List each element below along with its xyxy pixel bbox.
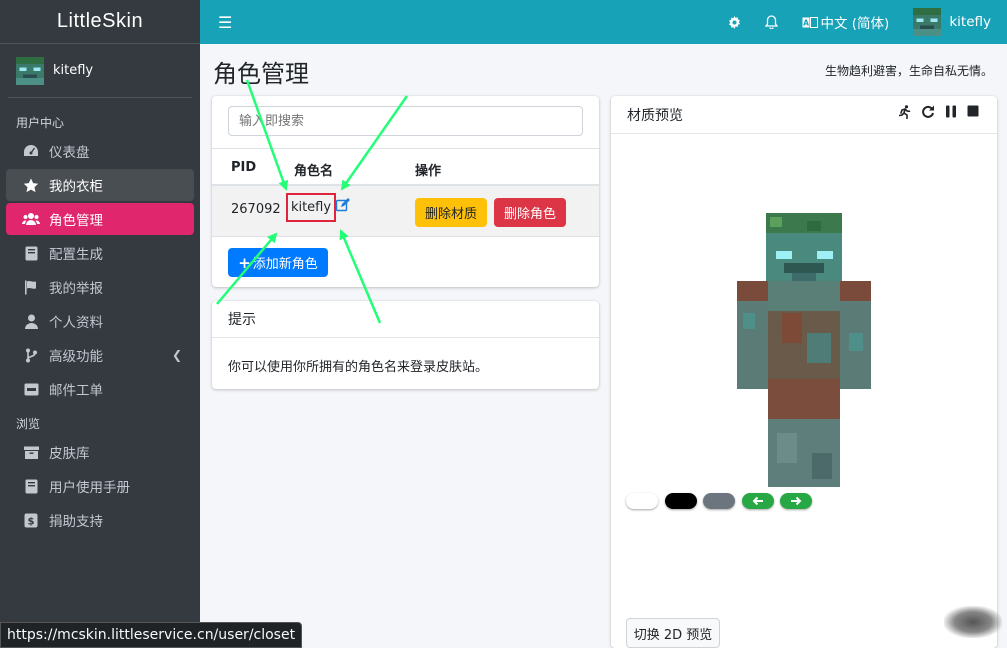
sidebar-item-config[interactable]: 配置生成 [6, 237, 194, 269]
column-header-name: 角色名 [294, 164, 334, 179]
delete-player-button[interactable]: 删除角色 [494, 198, 566, 227]
sidebar-item-label: 捐助支持 [49, 514, 103, 530]
link-status-bar: https://mcskin.littleservice.cn/user/clo… [0, 622, 303, 648]
nav-header-browse: 浏览 [16, 417, 41, 431]
sidebar-item-label: 我的举报 [49, 281, 103, 297]
sidebar-item-profile[interactable]: 个人资料 [6, 305, 194, 337]
bg-gray-button[interactable] [703, 493, 735, 509]
add-player-label: 添加新角色 [252, 257, 318, 272]
skin-model [737, 213, 871, 487]
delete-texture-button[interactable]: 删除材质 [415, 198, 487, 227]
branch-icon [22, 348, 40, 363]
edit-icon[interactable] [335, 198, 350, 216]
sidebar-item-label: 邮件工单 [49, 383, 103, 399]
toggle-2d-preview-button[interactable]: 切换 2D 预览 [626, 618, 720, 648]
page-title: 角色管理 [213, 60, 309, 88]
star-icon [22, 178, 40, 193]
sidebar-item-label: 皮肤库 [49, 446, 90, 462]
users-icon [22, 212, 40, 226]
topbar-username: kitefly [949, 14, 991, 30]
top-navbar: ☰ A 中文 (简体) kitefly [200, 0, 1007, 44]
sidebar-item-donate[interactable]: $ 捐助支持 [6, 504, 194, 536]
sidebar-item-skinlib[interactable]: 皮肤库 [6, 436, 194, 468]
sidebar-item-label: 用户使用手册 [49, 480, 130, 496]
column-header-pid: PID [231, 160, 257, 175]
column-header-actions: 操作 [415, 164, 442, 179]
sidebar-username: kitefly [53, 63, 94, 78]
sidebar-item-tickets[interactable]: 邮件工单 [6, 373, 194, 405]
dashboard-icon [22, 144, 40, 158]
language-selector[interactable]: A 中文 (简体) [790, 12, 902, 32]
run-icon[interactable] [898, 105, 911, 123]
donate-icon: $ [22, 513, 40, 528]
svg-text:A: A [803, 18, 809, 27]
sidebar-item-label: 高级功能 [49, 349, 103, 365]
tips-body: 你可以使用你所拥有的角色名来登录皮肤站。 [228, 360, 489, 375]
motto-text: 生物趋利避害，生命自私无情。 [824, 64, 993, 78]
stop-icon[interactable] [967, 105, 979, 123]
manual-icon [22, 479, 40, 494]
sidebar-item-manual[interactable]: 用户使用手册 [6, 470, 194, 502]
language-icon: A [802, 16, 818, 28]
user-menu[interactable]: kitefly [901, 8, 1007, 36]
gear-icon[interactable] [716, 15, 753, 29]
sidebar-item-label: 角色管理 [49, 213, 103, 229]
book-icon [22, 246, 40, 261]
nav-header-user-center: 用户中心 [16, 116, 65, 130]
tips-title: 提示 [212, 301, 599, 338]
plus-icon: + [238, 253, 251, 272]
preview-toolbar [898, 105, 979, 123]
sidebar-item-players[interactable]: 角色管理 [6, 203, 194, 235]
chevron-left-icon: ❮ [171, 348, 182, 362]
bg-black-button[interactable] [665, 493, 697, 509]
search-input[interactable] [228, 106, 583, 136]
sidebar-item-label: 我的衣柜 [49, 179, 103, 195]
sidebar: LittleSkin kitefly 用户中心 仪表盘 我的衣柜 角色管理 配置… [0, 0, 200, 648]
sidebar-item-label: 配置生成 [49, 247, 103, 263]
player-pid: 267092 [231, 202, 281, 217]
sidebar-item-label: 仪表盘 [49, 145, 90, 161]
language-label: 中文 (简体) [820, 16, 890, 32]
next-bg-button[interactable] [780, 493, 812, 509]
arrow-left-icon [752, 496, 763, 506]
svg-text:$: $ [28, 516, 35, 527]
players-card: PID 角色名 操作 267092 kitefly 删除材质 删除角色 + 添加… [212, 96, 599, 287]
table-row: 267092 kitefly 删除材质 删除角色 [212, 186, 599, 237]
rotate-icon[interactable] [921, 105, 935, 123]
pause-icon[interactable] [945, 105, 957, 123]
sidebar-item-advanced[interactable]: 高级功能 ❮ [6, 339, 194, 371]
sidebar-item-label: 个人资料 [49, 315, 103, 331]
archive-icon [22, 446, 40, 459]
user-panel[interactable]: kitefly [8, 44, 192, 98]
sidebar-item-dashboard[interactable]: 仪表盘 [6, 135, 194, 167]
preview-card: 材质预览 [611, 96, 997, 648]
blurred-overlay [944, 606, 1002, 638]
prev-bg-button[interactable] [742, 493, 774, 509]
bell-icon[interactable] [753, 15, 790, 29]
tips-card: 提示 你可以使用你所拥有的角色名来登录皮肤站。 [212, 301, 599, 389]
server-icon [22, 383, 40, 396]
sidebar-item-closet[interactable]: 我的衣柜 [6, 169, 194, 201]
add-player-button[interactable]: + 添加新角色 [228, 248, 328, 277]
user-icon [22, 314, 40, 329]
avatar [913, 8, 942, 36]
flag-icon [22, 280, 40, 295]
table-header: PID 角色名 操作 [212, 148, 599, 186]
player-name: kitefly [286, 193, 336, 222]
brand-logo[interactable]: LittleSkin [0, 0, 200, 44]
sidebar-item-reports[interactable]: 我的举报 [6, 271, 194, 303]
bars-icon[interactable]: ☰ [218, 13, 232, 32]
avatar [16, 56, 44, 85]
arrow-right-icon [791, 496, 802, 506]
bg-white-button[interactable] [626, 493, 658, 509]
